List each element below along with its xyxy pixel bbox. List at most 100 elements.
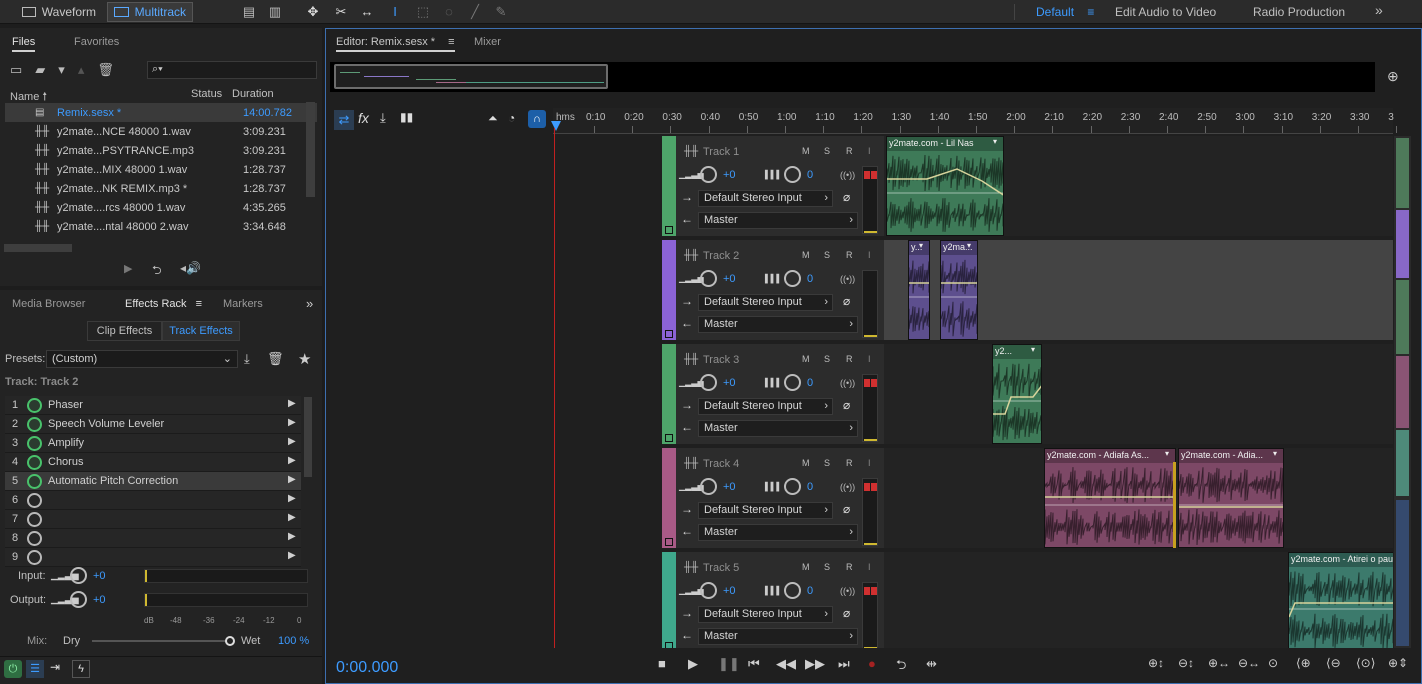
track-output-select[interactable]: Master ›: [698, 316, 858, 333]
clip-effects-tab[interactable]: Clip Effects: [87, 321, 162, 341]
timeline-ruler[interactable]: hms 0:10 0:20 0:30 0:40 0:50 1:00 1:10 1:20 1:30…: [553, 108, 1398, 134]
skip-to-start-icon[interactable]: ⏮: [748, 656, 760, 672]
track-lane[interactable]: y2mate.com - Adiafa As... ▾ y2mate.com - A…: [884, 448, 1393, 548]
clip-menu-icon[interactable]: ▾: [1273, 449, 1277, 458]
healing-tool-icon[interactable]: ✎: [492, 3, 510, 21]
lightning-icon[interactable]: ϟ: [72, 660, 90, 678]
volume-knob[interactable]: [700, 582, 717, 599]
output-knob[interactable]: [70, 591, 87, 608]
volume-value[interactable]: +0: [723, 377, 736, 389]
audio-clip[interactable]: y2ma... ▾: [940, 240, 978, 340]
audio-clip[interactable]: y2mate.com - Adiafa As... ▾: [1044, 448, 1176, 548]
chevron-right-icon[interactable]: ▶: [288, 398, 296, 409]
file-row[interactable]: ╫╫ y2mate...PSYTRANCE.mp3 3:09.231: [5, 141, 317, 160]
mix-slider-handle[interactable]: [225, 636, 235, 646]
track-color-strip[interactable]: [662, 448, 676, 548]
audio-clip[interactable]: y2mate.com - Lil Nas ▾: [886, 136, 1004, 236]
pan-knob[interactable]: [784, 582, 801, 599]
volume-envelope-view-icon[interactable]: ⇄: [334, 110, 354, 130]
waveform-mode-button[interactable]: Waveform: [16, 2, 102, 22]
effects-scrollbar[interactable]: [304, 397, 312, 477]
input-monitor-button[interactable]: I: [868, 354, 871, 364]
effect-slot[interactable]: 2 Speech Volume Leveler ▶: [5, 415, 301, 434]
track-color-strip[interactable]: [662, 240, 676, 340]
track-output-select[interactable]: Master ›: [698, 524, 858, 541]
metronome-icon[interactable]: ⏶: [488, 111, 498, 126]
workspace-menu-icon[interactable]: ≡: [1087, 5, 1094, 19]
razor-tool-icon[interactable]: ✂: [332, 3, 350, 21]
track-input-select[interactable]: Default Stereo Input ›: [698, 398, 833, 415]
power-icon[interactable]: [27, 531, 42, 546]
chevron-right-icon[interactable]: ▶: [288, 436, 296, 447]
file-row[interactable]: ╫╫ y2mate....ntal 48000 2.wav 3:34.648: [5, 217, 317, 236]
mute-button[interactable]: M: [802, 354, 810, 364]
power-icon[interactable]: [27, 493, 42, 508]
track-output-select[interactable]: Master ›: [698, 628, 858, 645]
loop-playback-icon[interactable]: ⮌: [896, 656, 906, 678]
effect-slot[interactable]: 4 Chorus ▶: [5, 453, 301, 472]
effect-slot[interactable]: 6 ▶: [5, 491, 301, 510]
invert-phase-icon[interactable]: ⌀: [843, 502, 850, 516]
insert-multitrack-icon[interactable]: ▴: [78, 62, 85, 78]
more-panels-icon[interactable]: »: [306, 296, 313, 311]
workspace-edit-audio-to-video[interactable]: Edit Audio to Video: [1115, 5, 1216, 19]
audio-clip[interactable]: y... ▾: [908, 240, 930, 340]
pan-value[interactable]: 0: [807, 377, 813, 389]
new-file-icon[interactable]: ▾: [58, 62, 65, 78]
solo-button[interactable]: S: [824, 562, 830, 572]
workspace-default[interactable]: Default ≡: [1036, 5, 1094, 19]
favorite-star-icon[interactable]: ★: [298, 350, 311, 368]
stop-icon[interactable]: ■: [658, 656, 666, 671]
fx-icon[interactable]: fx: [358, 110, 369, 126]
eq-icon[interactable]: ▮▮: [400, 110, 413, 124]
track-color-strip[interactable]: [662, 136, 676, 236]
file-row[interactable]: ╫╫ y2mate...NCE 48000 1.wav 3:09.231: [5, 122, 317, 141]
marquee-tool-icon[interactable]: ⬚: [414, 3, 432, 21]
skip-selection-icon[interactable]: ⇹: [926, 656, 937, 672]
play-preview-icon[interactable]: ▶: [124, 262, 132, 275]
chevron-right-icon[interactable]: ▶: [288, 455, 296, 466]
skip-to-end-icon[interactable]: ⏭: [838, 656, 850, 672]
output-value[interactable]: +0: [93, 594, 106, 606]
volume-knob[interactable]: [700, 478, 717, 495]
pan-knob[interactable]: [784, 374, 801, 391]
zoom-out-amplitude-icon[interactable]: ⊖↕: [1178, 656, 1194, 670]
track-header[interactable]: ╫╫ Track 4 M S R I ▁▂▃▅ +0 ▐▐▐ 0 ((•)) → Default Ste…: [662, 448, 884, 548]
track-input-select[interactable]: Default Stereo Input ›: [698, 294, 833, 311]
play-icon[interactable]: ▶: [688, 656, 698, 672]
track-name[interactable]: Track 1: [703, 146, 739, 158]
time-selection-tool-icon[interactable]: I: [386, 3, 404, 21]
invert-phase-icon[interactable]: ⌀: [843, 294, 850, 308]
audio-clip[interactable]: y2... ▾: [992, 344, 1042, 444]
chevron-right-icon[interactable]: ▶: [288, 531, 296, 542]
record-arm-button[interactable]: R: [846, 146, 853, 156]
column-status[interactable]: Status: [191, 88, 222, 100]
chevron-right-icon[interactable]: ▶: [288, 474, 296, 485]
brush-tool-icon[interactable]: ╱: [466, 3, 484, 21]
invert-phase-icon[interactable]: ⌀: [843, 190, 850, 204]
track-name[interactable]: Track 5: [703, 562, 739, 574]
tab-markers[interactable]: Markers: [223, 298, 263, 310]
track-lane[interactable]: y2... ▾: [884, 344, 1393, 444]
wet-value[interactable]: 100 %: [278, 635, 309, 647]
playhead-marker-icon[interactable]: [551, 121, 561, 131]
power-icon[interactable]: [27, 417, 42, 432]
phase-icon[interactable]: ((•)): [840, 586, 855, 596]
zoom-target-icon[interactable]: ⊕: [1387, 68, 1399, 85]
playhead-line[interactable]: [554, 128, 555, 648]
input-monitor-button[interactable]: I: [868, 146, 871, 156]
effect-slot[interactable]: 7 ▶: [5, 510, 301, 529]
list-view-icon[interactable]: ☰: [26, 660, 44, 678]
rack-power-icon[interactable]: ⏻: [4, 660, 22, 678]
track-header[interactable]: ╫╫ Track 5 M S R I ▁▂▃▅ +0 ▐▐▐ 0 ((•)) → Default Ste…: [662, 552, 884, 648]
record-arm-button[interactable]: R: [846, 458, 853, 468]
loop-preview-icon[interactable]: ⮌: [152, 261, 162, 282]
track-scroll-strip[interactable]: [1394, 136, 1411, 648]
phase-icon[interactable]: ((•)): [840, 482, 855, 492]
zoom-out-full-icon[interactable]: ⊙: [1268, 656, 1278, 670]
pan-value[interactable]: 0: [807, 481, 813, 493]
workspace-radio-production[interactable]: Radio Production: [1253, 5, 1345, 19]
file-row[interactable]: ▤ Remix.sesx * 14:00.782: [5, 103, 317, 122]
track-header[interactable]: ╫╫ Track 3 M S R I ▁▂▃▅ +0 ▐▐▐ 0 ((•)) → Default Ste…: [662, 344, 884, 444]
tab-favorites[interactable]: Favorites: [74, 36, 119, 48]
